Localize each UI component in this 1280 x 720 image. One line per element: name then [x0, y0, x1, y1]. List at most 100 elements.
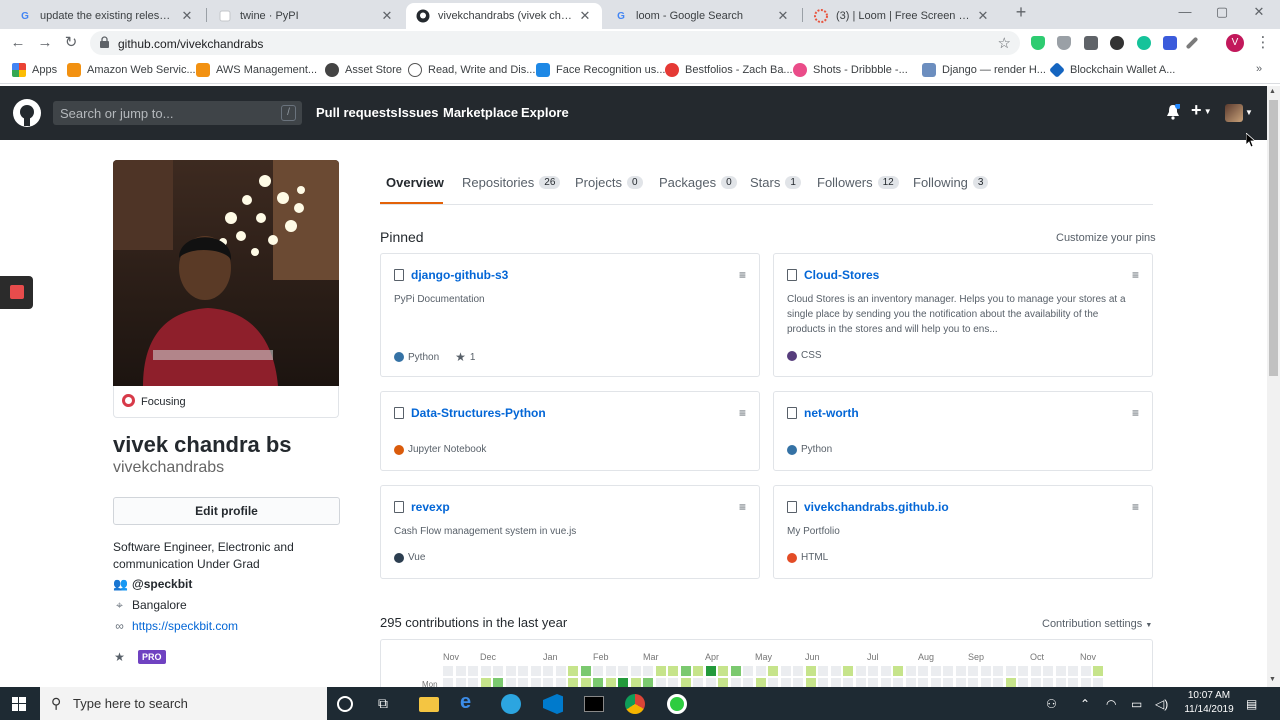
- vue-devtools-icon[interactable]: [1084, 36, 1098, 50]
- people-icon[interactable]: ⚇: [1046, 697, 1057, 711]
- contribution-day[interactable]: [718, 666, 728, 676]
- contribution-day[interactable]: [868, 678, 878, 687]
- action-center-icon[interactable]: ▤: [1246, 697, 1257, 711]
- browser-tab[interactable]: G loom - Google Search ✕: [604, 3, 800, 29]
- contribution-day[interactable]: [905, 666, 916, 676]
- contribution-day[interactable]: [568, 666, 578, 676]
- contribution-day[interactable]: [818, 678, 828, 687]
- contribution-day[interactable]: [730, 678, 741, 687]
- contribution-day[interactable]: [980, 678, 991, 687]
- volume-icon[interactable]: ◁): [1155, 697, 1168, 711]
- search-input[interactable]: Search or jump to... /: [53, 101, 302, 125]
- chevron-down-icon[interactable]: ▼: [1245, 108, 1253, 117]
- bookmark-apps[interactable]: Apps: [12, 63, 57, 77]
- contribution-day[interactable]: [593, 678, 603, 687]
- app-icon[interactable]: [667, 694, 687, 714]
- contribution-day[interactable]: [493, 666, 503, 676]
- contribution-day[interactable]: [993, 666, 1003, 676]
- contribution-day[interactable]: [1080, 666, 1091, 676]
- privacy-extension-icon[interactable]: [1057, 36, 1071, 50]
- bookmark-item[interactable]: Django — render H...: [922, 63, 1046, 77]
- terminal-icon[interactable]: [584, 696, 604, 712]
- contribution-day[interactable]: [543, 678, 553, 687]
- close-icon[interactable]: ✕: [776, 8, 790, 24]
- contribution-day[interactable]: [1080, 678, 1091, 687]
- task-view-icon[interactable]: ⧉: [378, 695, 398, 715]
- contribution-day[interactable]: [955, 666, 966, 676]
- minimize-button[interactable]: —: [1170, 4, 1200, 19]
- address-bar[interactable]: github.com/vivekchandrabs ☆: [90, 31, 1020, 55]
- contribution-day[interactable]: [793, 678, 803, 687]
- contribution-day[interactable]: [630, 678, 641, 687]
- profile-avatar[interactable]: [113, 160, 339, 386]
- chrome-profile-avatar[interactable]: V: [1226, 34, 1244, 52]
- taskbar-search-box[interactable]: ⚲ Type here to search: [40, 687, 327, 720]
- contribution-day[interactable]: [818, 666, 828, 676]
- contribution-day[interactable]: [805, 666, 816, 676]
- forward-button[interactable]: →: [36, 34, 54, 52]
- tab-projects[interactable]: Projects 0: [575, 175, 643, 190]
- taskbar-clock[interactable]: 10:07 AM 11/14/2019: [1177, 689, 1241, 717]
- close-icon[interactable]: ✕: [180, 8, 194, 24]
- nav-marketplace[interactable]: Marketplace: [443, 105, 518, 120]
- edge-icon[interactable]: e: [460, 691, 480, 713]
- edit-profile-button[interactable]: Edit profile: [113, 497, 340, 525]
- contribution-day[interactable]: [580, 666, 591, 676]
- contribution-day[interactable]: [968, 678, 978, 687]
- contribution-day[interactable]: [868, 666, 878, 676]
- contribution-day[interactable]: [855, 666, 866, 676]
- contribution-day[interactable]: [843, 666, 853, 676]
- contribution-day[interactable]: [1043, 678, 1053, 687]
- contribution-day[interactable]: [880, 678, 891, 687]
- contribution-day[interactable]: [493, 678, 503, 687]
- contribution-day[interactable]: [655, 678, 666, 687]
- repo-name-link[interactable]: revexp: [411, 500, 450, 514]
- contribution-day[interactable]: [1018, 678, 1028, 687]
- contribution-day[interactable]: [730, 666, 741, 676]
- contribution-day[interactable]: [555, 666, 566, 676]
- contribution-day[interactable]: [930, 678, 941, 687]
- contribution-day[interactable]: [668, 666, 678, 676]
- contribution-day[interactable]: [743, 666, 753, 676]
- browser-tab[interactable]: twine · PyPI ✕: [208, 3, 404, 29]
- scroll-up-arrow-icon[interactable]: ▲: [1269, 88, 1276, 95]
- contribution-day[interactable]: [755, 666, 766, 676]
- chevron-up-icon[interactable]: ⌃: [1080, 697, 1090, 711]
- contribution-day[interactable]: [568, 678, 578, 687]
- contribution-day[interactable]: [468, 666, 478, 676]
- contribution-day[interactable]: [580, 678, 591, 687]
- contribution-day[interactable]: [930, 666, 941, 676]
- windows-start-icon[interactable]: [12, 697, 26, 711]
- contribution-day[interactable]: [780, 678, 791, 687]
- bookmark-item[interactable]: Blockchain Wallet A...: [1049, 62, 1175, 78]
- tab-overview[interactable]: Overview: [386, 175, 444, 190]
- drag-handle-icon[interactable]: ≡: [1132, 406, 1139, 420]
- contribution-day[interactable]: [630, 666, 641, 676]
- contribution-day[interactable]: [768, 666, 778, 676]
- contribution-day[interactable]: [618, 666, 628, 676]
- contribution-day[interactable]: [1068, 666, 1078, 676]
- contribution-day[interactable]: [1018, 666, 1028, 676]
- tab-following[interactable]: Following 3: [913, 175, 989, 190]
- contribution-day[interactable]: [505, 678, 516, 687]
- contribution-day[interactable]: [705, 666, 716, 676]
- contribution-day[interactable]: [855, 678, 866, 687]
- user-menu-avatar[interactable]: [1225, 104, 1243, 122]
- new-tab-button[interactable]: +: [1006, 2, 1036, 23]
- contribution-day[interactable]: [530, 678, 541, 687]
- back-button[interactable]: ←: [9, 34, 27, 52]
- contribution-day[interactable]: [518, 678, 528, 687]
- bookmark-item[interactable]: Shots - Dribbble -...: [793, 63, 908, 77]
- contribution-day[interactable]: [555, 678, 566, 687]
- contribution-day[interactable]: [780, 666, 791, 676]
- contribution-day[interactable]: [593, 666, 603, 676]
- contribution-day[interactable]: [1005, 666, 1016, 676]
- contribution-day[interactable]: [718, 678, 728, 687]
- contribution-day[interactable]: [1005, 678, 1016, 687]
- contribution-day[interactable]: [918, 678, 928, 687]
- stop-recording-icon[interactable]: [10, 285, 24, 299]
- browser-tab[interactable]: (3) | Loom | Free Screen & Video ✕: [804, 3, 1000, 29]
- cortana-icon[interactable]: [337, 696, 353, 712]
- contribution-day[interactable]: [468, 678, 478, 687]
- battery-icon[interactable]: ▭: [1131, 697, 1142, 711]
